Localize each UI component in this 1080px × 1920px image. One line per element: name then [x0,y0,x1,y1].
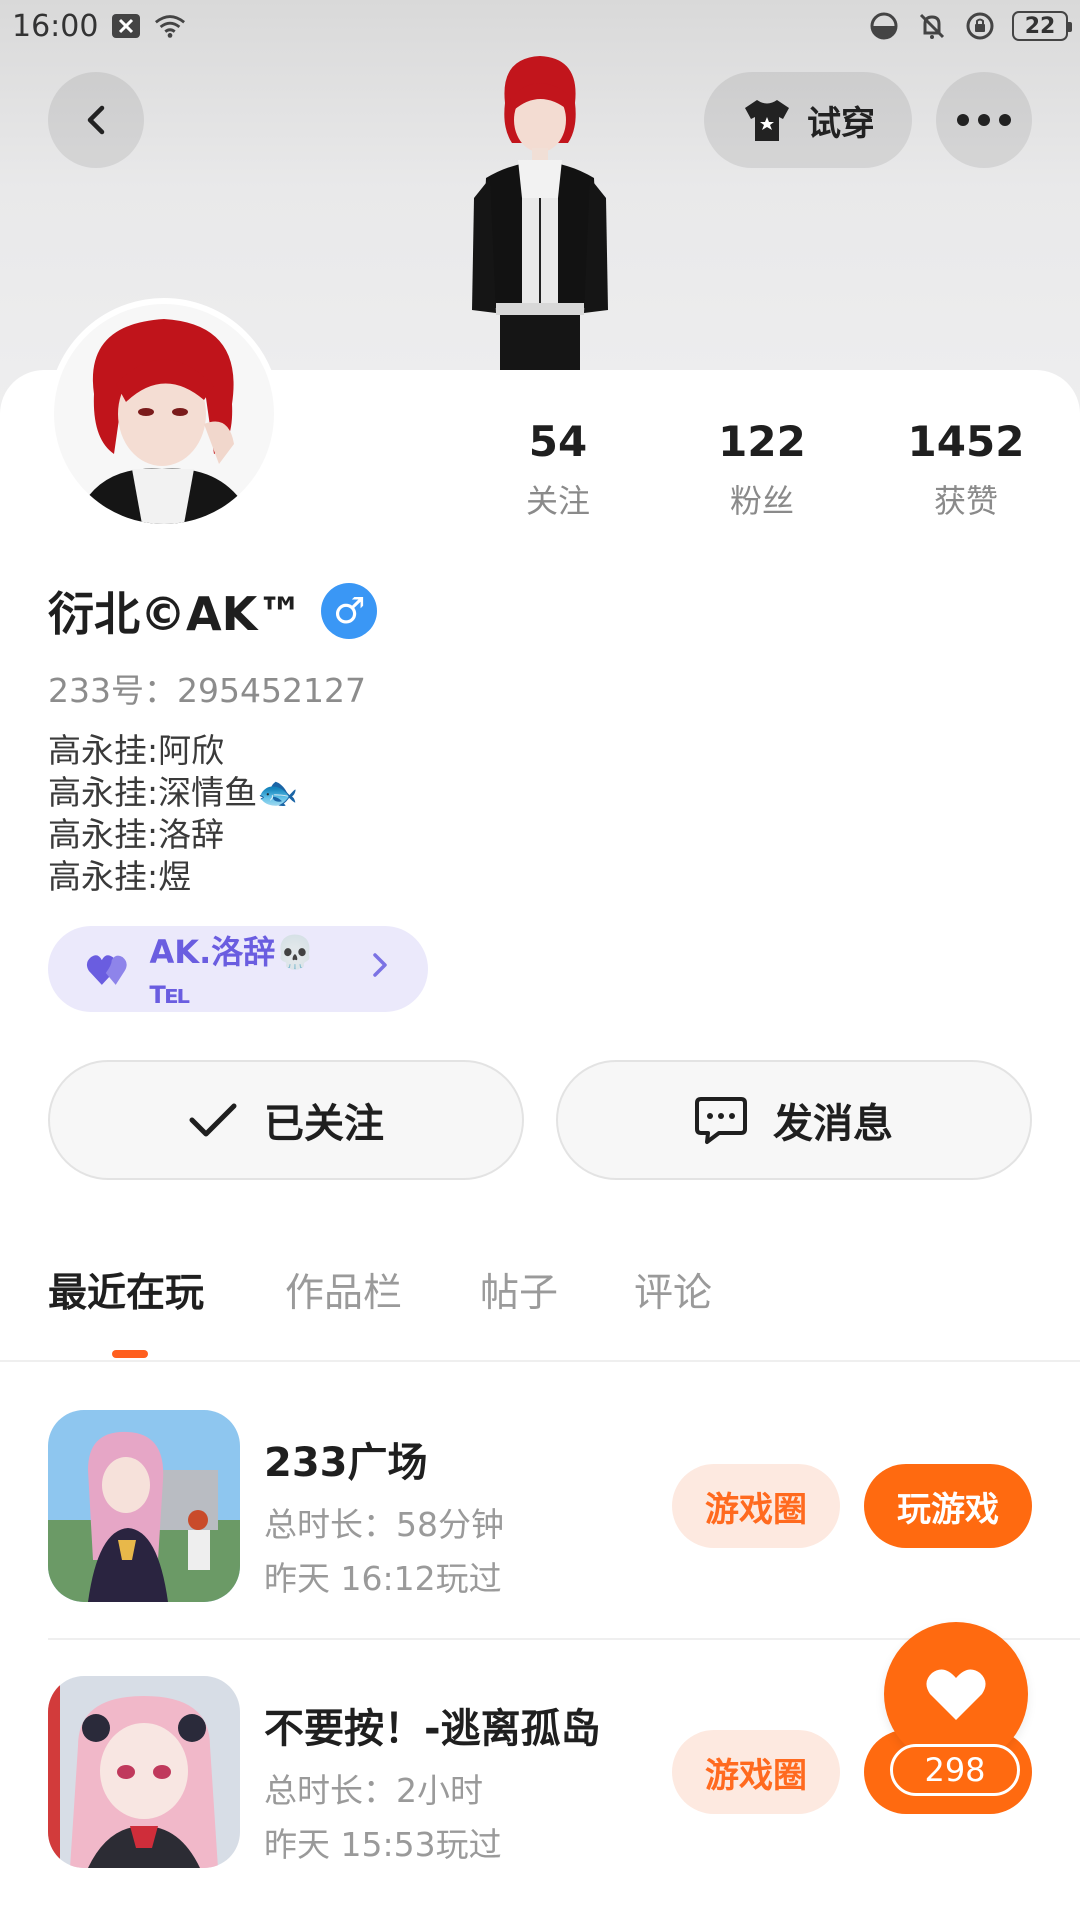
game-circle-button[interactable]: 游戏圈 [672,1730,840,1814]
stat-likes[interactable]: 1452 获赞 [886,414,1046,522]
game-duration: 总时长：2小时 [264,1771,483,1810]
try-on-label: 试穿 [807,103,875,144]
notification-box-icon [110,10,142,42]
bio-line: 高永挂:深情鱼🐟 [48,773,299,812]
profile-stats: 54 关注 122 粉丝 1452 获赞 [0,414,1080,524]
user-id[interactable]: 233号：295452127 [48,664,366,712]
chevron-left-icon [87,105,105,135]
following-label: 关注 [525,482,590,520]
game-circle-button[interactable]: 游戏圈 [672,1464,840,1548]
like-count-badge: 298 [890,1744,1020,1796]
followers-count: 122 [718,417,806,466]
following-count: 54 [528,417,588,466]
followers-label: 粉丝 [729,482,794,520]
stat-followers[interactable]: 122 粉丝 [682,414,842,522]
tab-recently-played[interactable]: 最近在玩 [48,1262,204,1318]
try-on-button[interactable]: 试穿 [704,72,912,168]
bio-line: 高永挂:阿欣 [48,731,225,770]
battery-indicator: 22 [1012,11,1072,41]
tshirt-icon [745,100,789,141]
bio: 高永挂:阿欣 高永挂:深情鱼🐟 高永挂:洛辞 高永挂:煜 [48,730,298,898]
send-message-label: 发消息 [773,1101,893,1147]
wifi-icon [154,10,186,42]
tabs-divider [0,1360,1080,1362]
relationship-label: AK.洛辞💀℡ [149,933,316,1011]
mute-bell-icon [916,10,948,42]
heart-icon [926,1669,986,1720]
stat-following[interactable]: 54 关注 [478,414,638,522]
following-button-label: 已关注 [264,1101,384,1147]
game-title: 233广场 [264,1440,428,1486]
male-gender-icon: ♂ [321,583,378,639]
status-time: 16:00 [12,8,99,44]
character-figure [450,48,630,378]
game-title: 不要按！-逃离孤岛 [264,1706,601,1752]
play-game-button[interactable]: 玩游戏 [864,1464,1032,1548]
chat-bubble-icon [695,1097,747,1144]
chevron-right-icon [370,951,390,987]
likes-label: 获赞 [933,482,998,520]
tab-works[interactable]: 作品栏 [285,1262,402,1318]
more-options-button[interactable] [936,72,1032,168]
tab-comments[interactable]: 评论 [634,1262,712,1318]
rotation-lock-icon [964,10,996,42]
game-last-played: 昨天 15:53玩过 [264,1825,502,1864]
more-dots-icon [957,114,1011,126]
checkmark-icon [189,1103,237,1137]
data-saver-icon [868,10,900,42]
game-icon [48,1410,240,1602]
profile-tabs: 最近在玩 作品栏 帖子 评论 [0,1262,1080,1362]
list-item[interactable]: 233广场 总时长：58分钟 昨天 16:12玩过 游戏圈 玩游戏 [0,1408,1080,1608]
profile-name: 衍北©AK™ [48,587,304,641]
likes-count: 1452 [907,417,1025,466]
bio-line: 高永挂:洛辞 [48,815,225,854]
game-icon [48,1676,240,1868]
relationship-pill[interactable]: AK.洛辞💀℡ [48,926,428,1012]
tab-posts[interactable]: 帖子 [480,1262,558,1318]
game-last-played: 昨天 16:12玩过 [264,1559,502,1598]
game-duration: 总时长：58分钟 [264,1505,504,1544]
status-bar: 16:00 22 [0,0,1080,52]
name-row: 衍北©AK™ ♂ [48,578,378,644]
bio-line: 高永挂:煜 [48,857,192,896]
double-heart-icon [86,955,127,985]
back-button[interactable] [48,72,144,168]
following-button[interactable]: 已关注 [48,1060,524,1180]
active-tab-indicator [112,1350,148,1358]
send-message-button[interactable]: 发消息 [556,1060,1032,1180]
